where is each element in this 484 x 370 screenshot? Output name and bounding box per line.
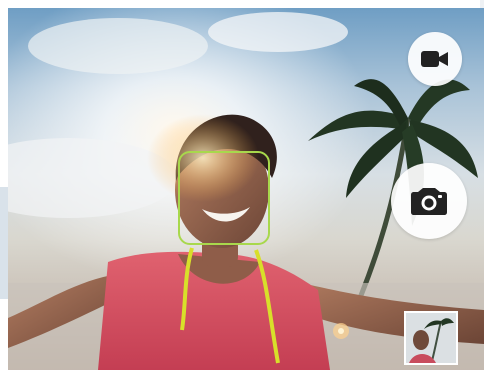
gallery-thumbnail-name: gallery-thumbnail [456,313,457,314]
video-record-button[interactable]: video-camera-icon [408,32,462,86]
cloud-shape [28,18,208,74]
camera-icon [411,188,447,215]
photo-shutter-button[interactable]: camera-icon [391,163,467,239]
cloud-shape [208,12,348,52]
gallery-thumbnail[interactable]: gallery-thumbnail [404,311,458,365]
camera-viewfinder[interactable]: video-camera-icon camera-icon gallery-th… [8,8,484,370]
face-detection-box [178,151,270,245]
video-camera-icon [421,51,448,67]
left-edge-strip [0,187,8,299]
lens-flare-dot [338,328,344,334]
thumbnail-preview [406,313,456,363]
